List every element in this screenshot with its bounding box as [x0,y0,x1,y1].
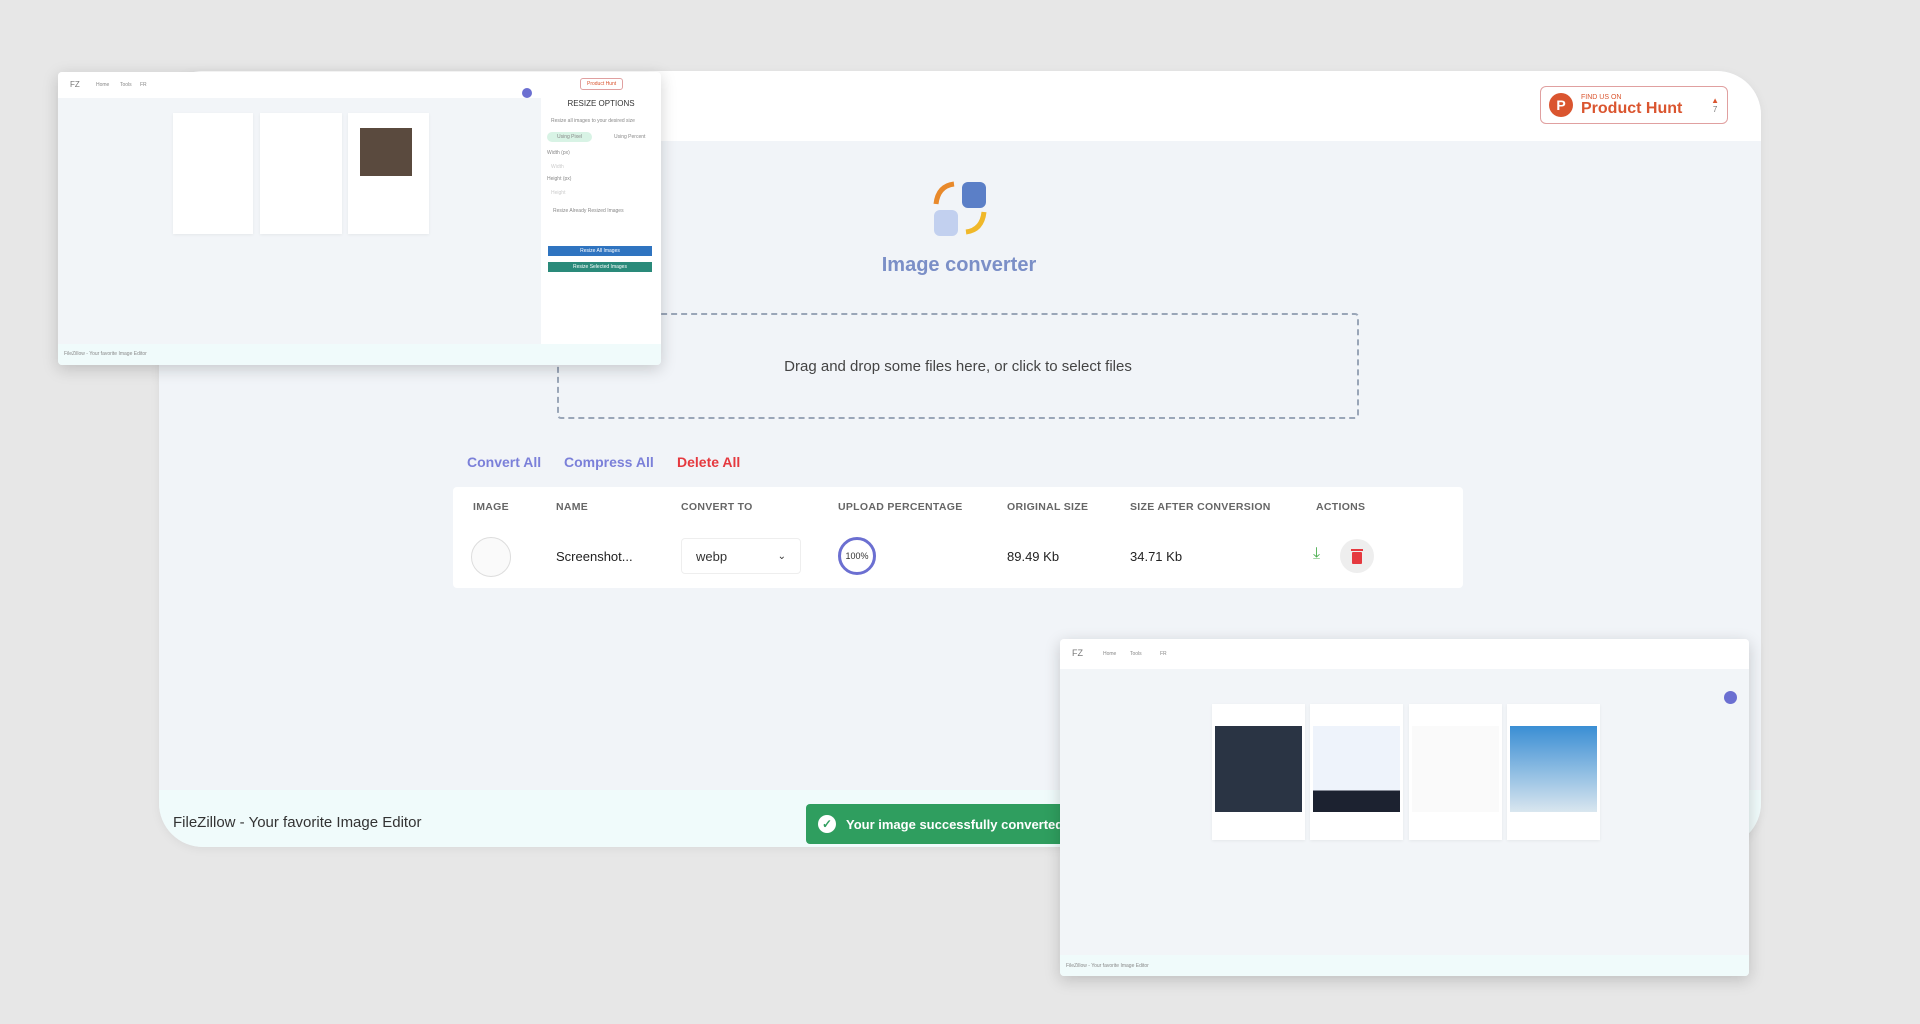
mini-card [1409,704,1502,840]
mini-logo: FZ [1072,648,1083,658]
mini-footer: FileZillow - Your favorite Image Editor [58,344,661,365]
success-toast: ✓ Your image successfully converted [806,804,1068,844]
mini-nav-tools: Tools [120,82,132,88]
resize-screenshot: FZ Home Tools FR Product Hunt RESIZE OPT… [58,72,661,365]
image-thumbnail [471,537,511,577]
col-actions: ACTIONS [1316,501,1366,513]
progress-text: 100% [845,551,869,561]
mini-card [348,113,429,234]
mini-nav-home: Home [1103,651,1117,657]
mini-nav-fr: FR [1160,651,1167,657]
mini-thumbnail [1313,726,1400,812]
mini-nav-fr: FR [140,82,147,88]
mini-height-input: Height [551,190,566,196]
mini-footer: FileZillow - Your favorite Image Editor [1060,955,1749,976]
files-table: IMAGE NAME CONVERT TO UPLOAD PERCENTAGE … [453,487,1463,588]
badge-label: Product Hunt [1581,99,1683,117]
mini-resize-panel: RESIZE OPTIONS Resize all images to your… [541,92,661,352]
col-size-after: SIZE AFTER CONVERSION [1130,501,1271,513]
toast-text: Your image successfully converted [846,816,1064,832]
upvote-count: ▲ 7 [1711,96,1719,114]
mini-card [1310,704,1403,840]
size-after: 34.71 Kb [1130,549,1183,564]
mini-card [1507,704,1600,840]
mini-tab-percent: Using Percent [614,134,646,140]
table-row: Screenshot... webp ⌄ 100% 89.49 Kb 34.71 … [453,525,1463,588]
footer-text: FileZillow - Your favorite Image Editor [173,814,422,831]
check-circle-icon: ✓ [818,815,836,833]
delete-button[interactable] [1340,539,1374,573]
file-dropzone[interactable]: Drag and drop some files here, or click … [557,313,1359,419]
col-name: NAME [556,501,589,513]
mini-tab-pixel: Using Pixel [547,132,593,142]
page-title: Image converter [881,254,1037,276]
col-upload-percentage: UPLOAD PERCENTAGE [838,501,963,513]
mini-logo: FZ [70,80,80,89]
mini-add-icon [522,88,532,98]
mini-header: FZ Home Tools FR [1060,639,1749,669]
mini-width-label: Width (px) [547,150,570,156]
mini-height-label: Height (px) [547,176,572,182]
chevron-down-icon: ⌄ [777,550,786,562]
mini-thumbnail [1412,726,1499,812]
col-convert-to: CONVERT TO [681,501,753,513]
dropzone-text: Drag and drop some files here, or click … [784,357,1132,375]
mini-thumbnail [1510,726,1597,812]
file-name: Screenshot... [556,549,633,564]
compress-all-button[interactable]: Compress All [564,454,654,470]
mini-resize-all-button: Resize All Images [548,246,652,256]
mini-width-input: Width [551,164,564,170]
mini-card [1212,704,1305,840]
mini-footer-text: FileZillow - Your favorite Image Editor [1066,963,1149,969]
mini-thumbnail [1215,726,1302,812]
product-hunt-badge[interactable]: P Find us on Product Hunt ▲ 7 [1540,86,1728,124]
original-size: 89.49 Kb [1007,549,1060,564]
mini-resize-already: Resize Already Resized Images [553,208,624,214]
product-hunt-icon: P [1549,93,1573,117]
mini-resize-selected-button: Resize Selected Images [548,262,652,272]
mini-nav-home: Home [96,82,110,88]
mini-panel-title: RESIZE OPTIONS [567,99,635,108]
delete-all-button[interactable]: Delete All [677,454,740,470]
mini-footer-text: FileZillow - Your favorite Image Editor [64,351,147,357]
rotate-screenshot: FZ Home Tools FR FileZillow - Your favor… [1060,639,1749,976]
mini-nav-tools: Tools [1130,651,1142,657]
upload-progress-ring: 100% [838,537,876,575]
mini-thumbnail [360,128,412,176]
selected-format: webp [696,548,728,564]
mini-product-hunt: Product Hunt [580,78,624,90]
format-select[interactable]: webp ⌄ [681,538,801,574]
mini-card [173,113,253,234]
download-icon[interactable]: ⤓ [1313,545,1320,563]
col-original-size: ORIGINAL SIZE [1007,501,1089,513]
mini-panel-sub: Resize all images to your desired size [551,118,635,124]
col-image: IMAGE [473,501,509,513]
converter-logo-icon [930,178,990,238]
convert-all-button[interactable]: Convert All [467,454,541,470]
mini-add-icon [1724,691,1737,704]
mini-card [260,113,342,234]
trash-icon [1351,548,1363,564]
